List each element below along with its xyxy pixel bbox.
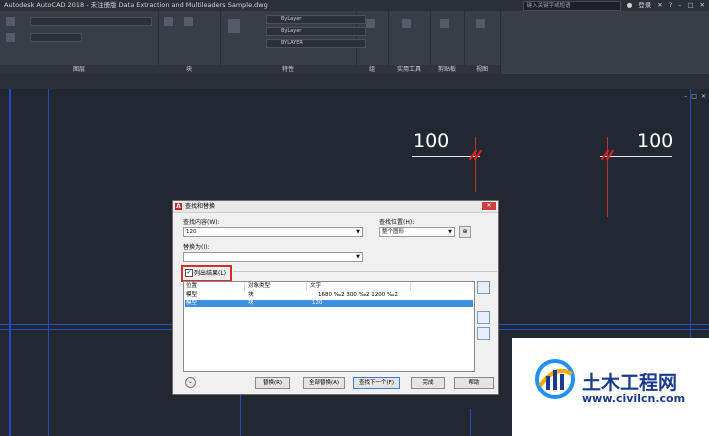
viewport-minimize[interactable]: – [684,93,687,100]
replace-button[interactable]: 替换(R) [255,377,290,389]
row-location: 模型 [186,300,198,306]
dialog-title: 查找和替换 [185,203,216,210]
ribbon-group-label: 特性 [220,65,356,74]
layer-dropdown[interactable] [30,17,152,26]
drawing-line [48,89,49,436]
column-header[interactable]: 文字 [308,282,411,291]
drawing-line [9,89,11,436]
sign-in-link[interactable]: 登录 [638,0,651,11]
chevron-down-icon[interactable]: ▼ [356,228,360,236]
chevron-down-icon[interactable]: ▼ [448,228,452,236]
watermark-url: www.civilcn.com [582,392,686,405]
location-value: 整个图形 [382,229,405,235]
search-input[interactable]: 键入关键字或短语 [522,1,621,11]
replace-all-button[interactable]: 全部替换(A) [303,377,345,389]
civilcn-logo-icon [535,359,575,399]
list-results-highlight: ✓ 列出结果(L) [181,265,232,282]
watermark: 土木工程网 www.civilcn.com [512,338,709,436]
list-results-checkbox[interactable]: ✓ [185,269,193,277]
dimension-text-left: 100 [413,130,450,152]
drawing-line [240,389,241,436]
close-icon[interactable]: ✕ [482,202,496,210]
viewport-close[interactable]: ✕ [701,93,706,100]
row-text: 1680 ‰2 300 ‰2 1200 ‰2 [318,292,398,298]
ribbon-group-label: 块 [158,65,220,74]
drawing-line [470,409,471,436]
list-results-label[interactable]: 列出结果(L) [194,268,226,277]
location-label: 查找位置(H): [379,219,415,226]
dimension-extension-line [475,137,476,192]
ribbon-group-block: 块 [158,11,221,74]
layer-properties-icon[interactable] [6,17,15,26]
row-location: 模型 [186,292,198,298]
exchange-icon[interactable]: ✕ [657,0,662,11]
ribbon-group-label: 剪贴板 [430,65,464,74]
ribbon-group-properties: ByLayer ByLayer BYLAYER 特性 [220,11,366,74]
color-dropdown[interactable]: ByLayer [266,15,366,24]
dialog-title-bar[interactable]: A 查找和替换 ✕ [173,201,498,213]
help-button[interactable]: 帮助 [454,377,494,389]
create-selection-set-icon[interactable] [477,311,490,324]
user-icon[interactable]: ● [627,0,633,11]
table-row-selected[interactable]: 模型 块 120 [185,300,473,307]
replace-label: 替换为(I): [183,244,210,251]
row-type: 块 [248,292,254,298]
drawing-tab-bar [0,75,709,89]
measure-icon[interactable] [402,19,411,28]
ribbon-group-utilities: 实用工具 [388,11,431,74]
viewport-restore[interactable]: □ [691,93,697,100]
ribbon-group-layers: 图层 [0,11,159,74]
title-bar: Autodesk AutoCAD 2018 - 未注册版 Data Extrac… [0,0,709,11]
find-input[interactable]: 120 ▼ [183,227,363,237]
dimension-line [600,156,672,157]
ribbon-group-view: 视图 [464,11,501,74]
more-options-button[interactable]: ⌄ [185,377,196,388]
view-icon[interactable] [476,19,485,28]
find-replace-dialog: A 查找和替换 ✕ 查找内容(W): 120 ▼ 查找位置(H): 整个图形 ▼… [172,200,499,395]
select-objects-button[interactable]: ⊕ [459,226,471,238]
edit-block-icon[interactable] [184,17,193,26]
chevron-down-icon[interactable]: ▼ [356,253,360,261]
ribbon-group-group: 组 [356,11,389,74]
insert-block-icon[interactable] [164,17,173,26]
viewport-controls: – □ ✕ [684,93,706,100]
find-label: 查找内容(W): [183,219,220,226]
help-icon[interactable]: ? [669,0,672,11]
close-button[interactable]: ✕ [700,0,705,11]
ribbon-group-label: 图层 [0,65,158,74]
autocad-app-icon: A [175,203,182,210]
column-header[interactable]: 位置 [184,282,245,291]
location-select[interactable]: 整个图形 ▼ [379,227,455,237]
zoom-to-highlighted-icon[interactable] [477,281,490,294]
column-header[interactable]: 对象类型 [246,282,307,291]
lineweight-dropdown[interactable]: BYLAYER [266,39,366,48]
layer-tool-row[interactable] [30,33,82,42]
done-button[interactable]: 完成 [411,377,445,389]
results-table: 位置 对象类型 文字 模型 块 1680 ‰2 300 ‰2 1200 ‰2 模… [183,281,475,372]
find-next-button[interactable]: 查找下一个(F) [353,377,400,389]
ribbon-group-label: 组 [356,65,388,74]
row-text: 120 [312,300,323,306]
match-properties-icon[interactable] [228,19,240,33]
table-row[interactable]: 模型 块 1680 ‰2 300 ‰2 1200 ‰2 [185,292,473,299]
row-type: 块 [248,300,254,306]
group-icon[interactable] [366,19,375,28]
ribbon: 图层 块 ByLayer ByLayer BYLAYER 特性 组 实用工具 剪… [0,11,709,75]
layer-tool-icon[interactable] [6,33,15,42]
ribbon-group-label: 视图 [464,65,500,74]
window-title: Autodesk AutoCAD 2018 - 未注册版 Data Extrac… [4,1,268,9]
minimize-button[interactable]: – [678,0,681,11]
selection-set-all-icon[interactable] [477,327,490,340]
paste-icon[interactable] [440,19,449,28]
divider [233,271,497,272]
watermark-name: 土木工程网 [582,372,678,394]
ribbon-group-label: 实用工具 [388,65,430,74]
linetype-dropdown[interactable]: ByLayer [266,27,366,36]
dimension-text-right: 100 [637,130,674,152]
maximize-button[interactable]: □ [687,0,693,11]
find-input-value: 120 [186,229,197,235]
ribbon-group-clipboard: 剪贴板 [430,11,465,74]
replace-input[interactable]: ▼ [183,252,363,262]
